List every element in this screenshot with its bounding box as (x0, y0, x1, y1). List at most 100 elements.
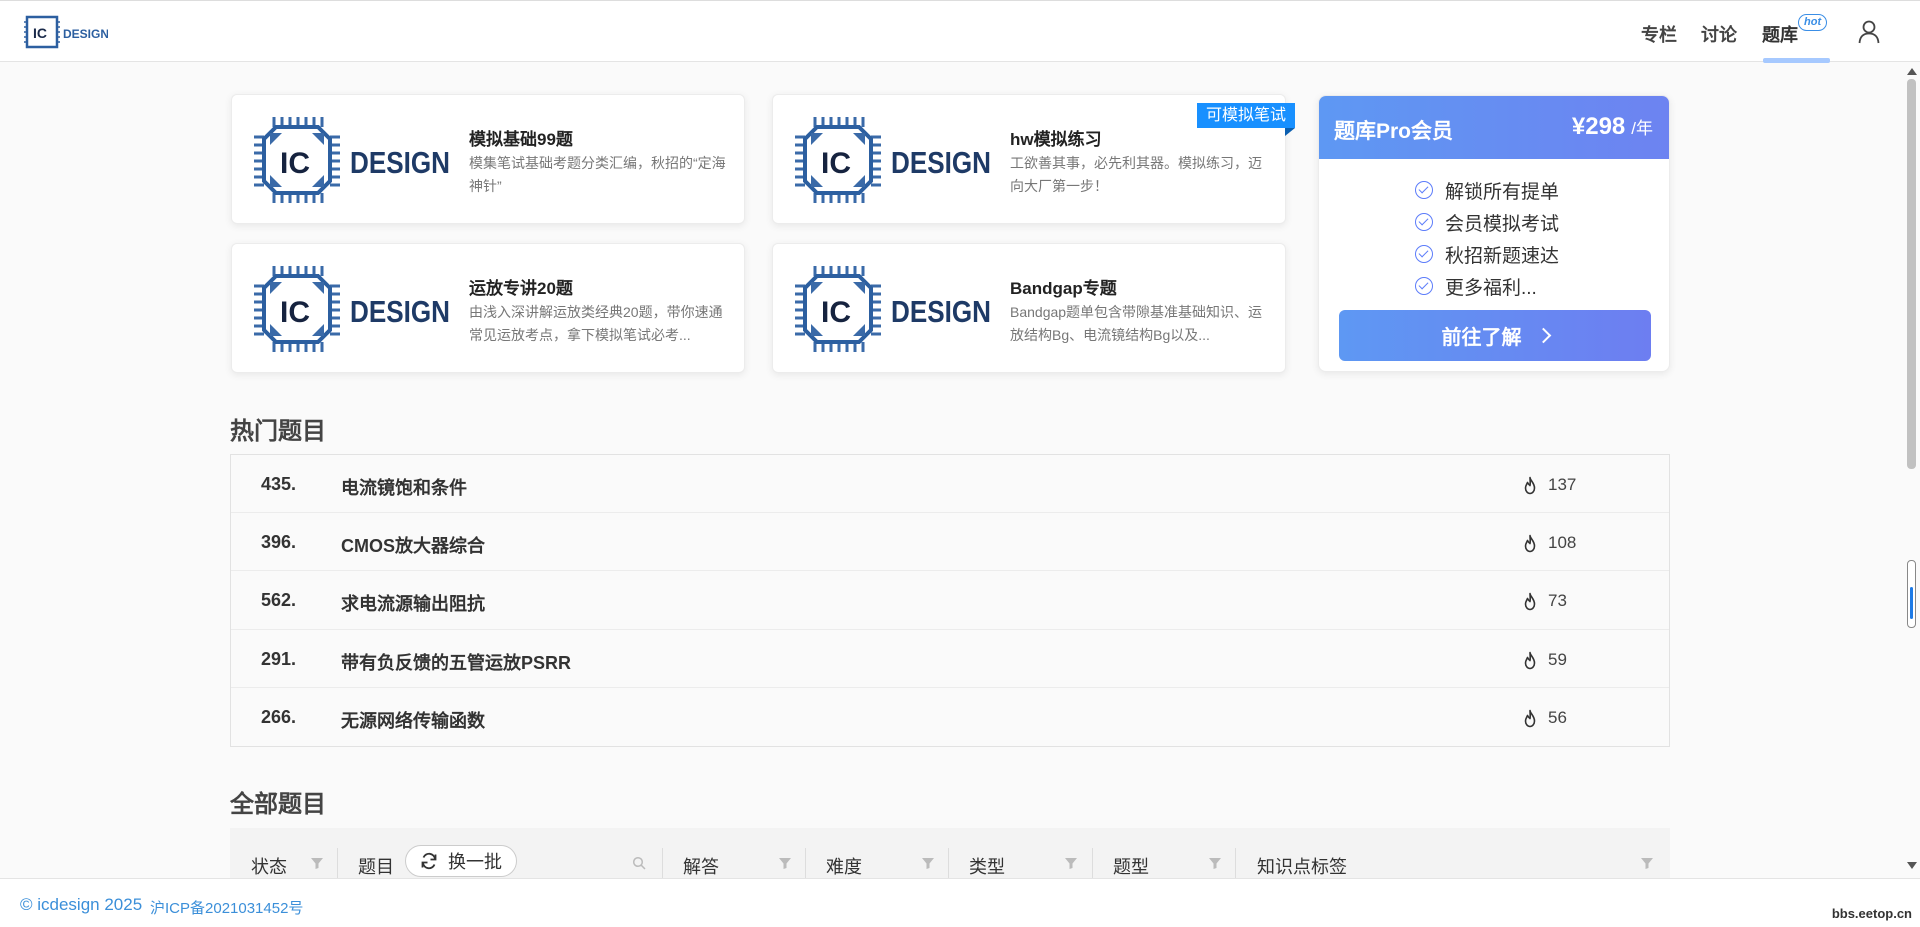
scroll-indicator-widget[interactable] (1907, 560, 1916, 628)
column-category: 类型 (969, 857, 1005, 877)
ic-design-logo-icon: IC DESIGN (24, 15, 108, 49)
nav-columns[interactable]: 专栏 (1641, 21, 1677, 47)
ic-design-logo-icon (252, 264, 452, 354)
question-title[interactable]: 带有负反馈的五管运放PSRR (341, 649, 571, 675)
column-divider (1092, 848, 1093, 880)
pro-feature-label: 解锁所有提单 (1445, 181, 1560, 203)
learn-more-button[interactable]: 前往了解 (1339, 310, 1651, 361)
hot-question-row[interactable]: 435. 电流镜饱和条件 137 (231, 455, 1669, 514)
question-number: 396. (261, 532, 297, 553)
scrollbar-thumb[interactable] (1907, 79, 1916, 469)
column-difficulty: 难度 (826, 857, 862, 877)
heat-count: 137 (1548, 475, 1577, 494)
hot-question-row[interactable]: 396. CMOS放大器综合 108 (231, 513, 1669, 572)
pro-feature-list: 解锁所有提单 会员模拟考试 秋招新题速达 更多福利... (1415, 174, 1559, 302)
pro-feature-label: 更多福利... (1445, 277, 1537, 299)
nav-question-bank[interactable]: 题库 (1762, 21, 1798, 47)
card-analog-basics[interactable]: 模拟基础99题 模集笔试基础考题分类汇编，秋招的“定海神针” (231, 94, 745, 224)
scroll-down-icon[interactable] (1907, 862, 1917, 869)
card-title: 模拟基础99题 (469, 130, 573, 149)
hot-question-row[interactable]: 266. 无源网络传输函数 56 (231, 688, 1669, 746)
top-nav-bar: IC DESIGN 专栏 讨论 题库 hot (0, 0, 1920, 63)
scroll-up-icon[interactable] (1907, 68, 1917, 75)
question-title[interactable]: CMOS放大器综合 (341, 532, 485, 558)
hot-questions-table: 435. 电流镜饱和条件 137 396. CMOS放大器综合 108 562.… (230, 454, 1670, 747)
column-status: 状态 (251, 857, 287, 877)
pro-header: 题库Pro会员 ¥298/年 (1319, 96, 1669, 159)
fire-icon (1524, 593, 1536, 611)
pro-feature: 更多福利... (1415, 270, 1559, 302)
pro-feature-label: 会员模拟考试 (1445, 213, 1560, 235)
pro-membership-panel: 题库Pro会员 ¥298/年 解锁所有提单 会员模拟考试 秋招新题速达 更多福利… (1318, 95, 1670, 372)
filter-icon[interactable] (310, 856, 324, 870)
heat-count: 59 (1548, 649, 1567, 669)
question-number: 435. (261, 474, 297, 494)
pro-feature: 解锁所有提单 (1415, 174, 1559, 206)
nav-discussion[interactable]: 讨论 (1701, 21, 1737, 47)
card-title: 运放专讲20题 (469, 279, 573, 298)
card-description: Bandgap题单包含带隙基准基础知识、运放结构Bg、电流镜结构Bg以及... (1010, 304, 1263, 343)
fire-icon (1524, 709, 1536, 727)
question-number: 291. (261, 648, 297, 669)
card-description: 模集笔试基础考题分类汇编，秋招的“定海神针” (469, 155, 726, 194)
heat-count: 108 (1548, 533, 1577, 553)
all-questions-title: 全部题目 (230, 791, 326, 818)
column-knowledge-tags: 知识点标签 (1257, 857, 1347, 877)
question-title[interactable]: 求电流源输出阻抗 (341, 590, 485, 616)
column-divider (337, 848, 338, 880)
pro-feature-label: 秋招新题速达 (1445, 245, 1560, 267)
check-circle-icon (1415, 181, 1433, 199)
card-bandgap[interactable]: Bandgap专题 Bandgap题单包含带隙基准基础知识、运放结构Bg、电流镜… (772, 243, 1286, 373)
column-question-type: 题型 (1113, 857, 1149, 877)
watermark: bbs.eetop.cn (1831, 906, 1912, 921)
filter-icon[interactable] (921, 856, 935, 870)
question-number: 266. (261, 706, 297, 727)
column-divider (1235, 848, 1236, 880)
check-circle-icon (1415, 213, 1433, 231)
pro-title: 题库Pro会员 (1334, 120, 1454, 143)
page-scrollbar[interactable] (1903, 62, 1920, 878)
question-number: 562. (261, 590, 297, 611)
user-icon[interactable] (1858, 20, 1880, 44)
learn-more-label: 前往了解 (1441, 327, 1522, 349)
column-solution: 解答 (683, 857, 719, 877)
column-divider (805, 848, 806, 880)
filter-icon[interactable] (1064, 856, 1078, 870)
price-unit: /年 (1631, 119, 1653, 138)
filter-icon[interactable] (1640, 856, 1654, 870)
refresh-icon (421, 852, 437, 870)
column-divider (948, 848, 949, 880)
column-title: 题目 (358, 857, 394, 877)
svg-text:DESIGN: DESIGN (63, 27, 108, 41)
page-footer: © icdesign 2025 沪ICP备2021031452号 bbs.eet… (0, 878, 1920, 927)
ic-design-logo-icon (252, 115, 452, 205)
filter-icon[interactable] (778, 856, 792, 870)
heat-count: 73 (1548, 591, 1567, 611)
card-title: hw模拟练习 (1010, 130, 1102, 149)
search-icon[interactable] (632, 856, 646, 870)
fire-icon (1524, 651, 1536, 669)
question-title[interactable]: 无源网络传输函数 (341, 707, 485, 733)
ic-design-logo-icon (793, 115, 993, 205)
column-divider (662, 848, 663, 880)
question-title[interactable]: 电流镜饱和条件 (341, 474, 467, 500)
card-hw-practice[interactable]: hw模拟练习 工欲善其事，必先利其器。模拟练习，迈向大厂第一步！ 可模拟笔试 (772, 94, 1296, 224)
price-value: ¥298 (1571, 113, 1626, 140)
chevron-right-icon (1535, 327, 1551, 344)
card-description: 由浅入深讲解运放类经典20题，带你速通常见运放考点，拿下模拟笔试必考... (469, 304, 723, 343)
nav-active-indicator (1763, 58, 1830, 63)
fire-icon (1524, 534, 1536, 553)
pro-feature: 会员模拟考试 (1415, 206, 1559, 238)
refresh-batch-button[interactable]: 换一批 (405, 845, 517, 877)
pro-price: ¥298/年 (1572, 113, 1653, 141)
card-opamp-20[interactable]: 运放专讲20题 由浅入深讲解运放类经典20题，带你速通常见运放考点，拿下模拟笔试… (231, 243, 745, 373)
site-logo[interactable]: IC DESIGN (24, 13, 108, 51)
hot-question-row[interactable]: 562. 求电流源输出阻抗 73 (231, 571, 1669, 630)
footer-copyright: © icdesign 2025 (20, 895, 143, 914)
refresh-batch-label: 换一批 (448, 852, 502, 872)
check-circle-icon (1415, 245, 1433, 263)
hot-question-row[interactable]: 291. 带有负反馈的五管运放PSRR 59 (231, 630, 1669, 688)
filter-icon[interactable] (1208, 856, 1222, 870)
footer-icp-link[interactable]: 沪ICP备2021031452号 (150, 897, 303, 918)
scroll-indicator-fill (1910, 587, 1913, 619)
